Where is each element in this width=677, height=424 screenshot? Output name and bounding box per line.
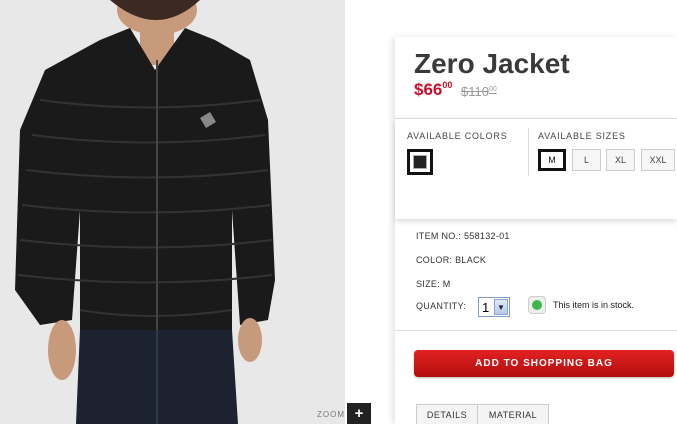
swatch-fill xyxy=(413,155,427,169)
product-photo[interactable] xyxy=(0,0,345,424)
item-number: ITEM NO.: 558132-01 xyxy=(416,231,510,241)
size-option-xxl[interactable]: XXL xyxy=(641,149,675,171)
sale-price-main: $66 xyxy=(414,80,443,99)
size-option-m[interactable]: M xyxy=(538,149,566,171)
product-title: Zero Jacket xyxy=(414,48,570,79)
colors-label: AVAILABLE COLORS xyxy=(407,131,508,141)
size-option-xl[interactable]: XL xyxy=(606,149,635,171)
tab-details[interactable]: DETAILS xyxy=(416,404,478,424)
item-color: COLOR: BLACK xyxy=(416,255,487,265)
plus-icon: + xyxy=(354,405,364,422)
stock-status: This item is in stock. xyxy=(553,300,635,310)
zoom-button[interactable]: + xyxy=(347,403,371,424)
quantity-label: QUANTITY: xyxy=(416,301,467,311)
quantity-value: 1 xyxy=(482,300,490,315)
sizes-label: AVAILABLE SIZES xyxy=(538,131,626,141)
stock-indicator xyxy=(528,296,546,314)
in-stock-dot-icon xyxy=(532,300,542,310)
tab-material[interactable]: MATERIAL xyxy=(477,404,549,424)
item-size: SIZE: M xyxy=(416,279,451,289)
original-price-main: $110 xyxy=(461,84,489,99)
chevron-down-icon[interactable]: ▼ xyxy=(494,299,508,315)
original-price-cents: 00 xyxy=(488,86,497,93)
options-divider xyxy=(528,128,529,176)
original-price: $11000 xyxy=(461,84,497,99)
sale-price: $6600 xyxy=(414,80,452,100)
size-option-l[interactable]: L xyxy=(572,149,601,171)
add-to-bag-button[interactable]: ADD TO SHOPPING BAG xyxy=(414,350,674,377)
details-divider xyxy=(395,330,677,331)
zoom-label: ZOOM xyxy=(317,410,345,419)
jacket-image xyxy=(0,0,345,424)
sale-price-cents: 00 xyxy=(442,80,453,90)
color-swatch-black[interactable] xyxy=(407,149,433,175)
quantity-select[interactable]: 1 ▼ xyxy=(478,297,510,317)
